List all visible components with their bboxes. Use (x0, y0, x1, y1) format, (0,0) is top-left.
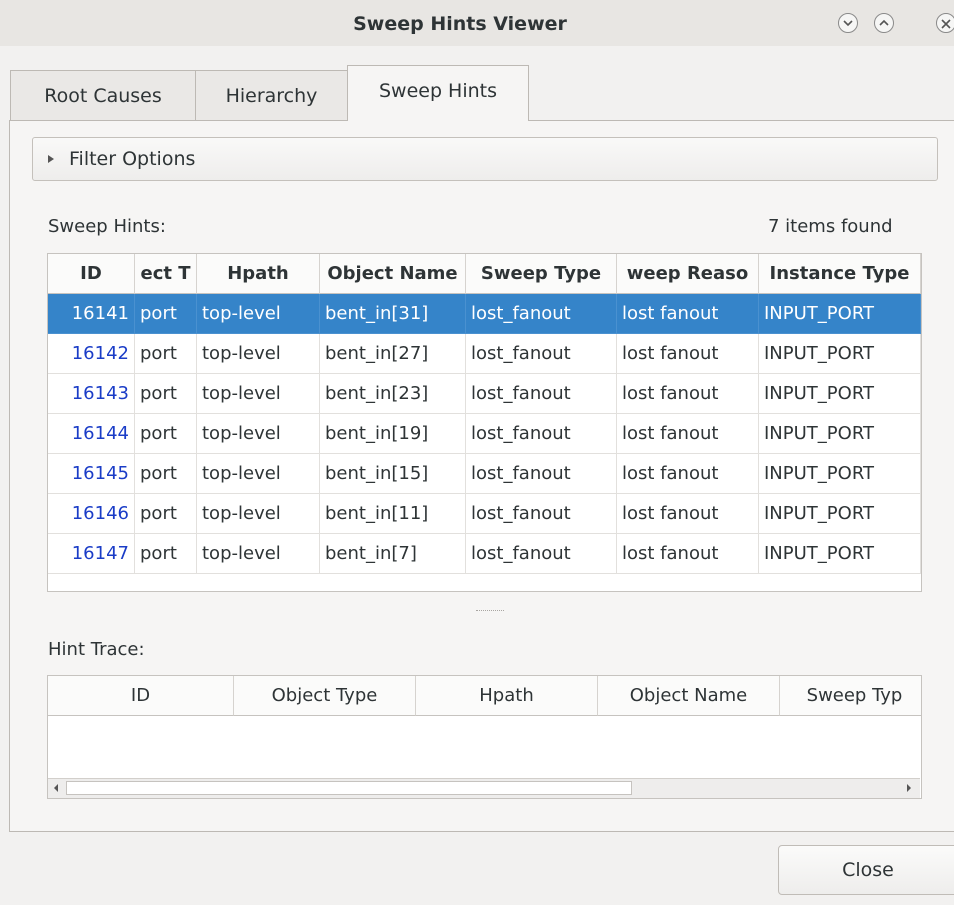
cell-id[interactable]: 16142 (48, 334, 135, 374)
cell-hpath: top-level (197, 334, 320, 374)
trace-column-header-sweep-type[interactable]: Sweep Typ (780, 676, 921, 716)
tab-sweep-hints[interactable]: Sweep Hints (347, 65, 529, 121)
cell-sweep-type: lost_fanout (466, 454, 617, 494)
cell-object-name: bent_in[31] (320, 294, 466, 334)
cell-object-name: bent_in[19] (320, 414, 466, 454)
cell-object-type: port (135, 454, 197, 494)
cell-sweep-reason: lost fanout (617, 454, 759, 494)
cell-sweep-reason: lost fanout (617, 414, 759, 454)
table-row[interactable]: 16142 port top-level bent_in[27] lost_fanout… (48, 334, 921, 374)
chevron-up-icon (879, 19, 889, 26)
cell-sweep-reason: lost fanout (617, 294, 759, 334)
cell-object-type: port (135, 414, 197, 454)
cell-instance-type: INPUT_PORT (759, 374, 921, 414)
trace-column-header-object-type[interactable]: Object Type (234, 676, 416, 716)
cell-object-type: port (135, 374, 197, 414)
table-row[interactable]: 16145 port top-level bent_in[15] lost_fanout… (48, 454, 921, 494)
cell-object-type: port (135, 534, 197, 574)
cell-object-type: port (135, 334, 197, 374)
close-icon (941, 19, 951, 29)
cell-sweep-type: lost_fanout (466, 294, 617, 334)
column-header-instance-type[interactable]: Instance Type (759, 254, 921, 294)
expand-arrow-icon (48, 155, 54, 163)
filter-options-label: Filter Options (69, 148, 196, 170)
cell-id[interactable]: 16143 (48, 374, 135, 414)
cell-instance-type: INPUT_PORT (759, 294, 921, 334)
cell-instance-type: INPUT_PORT (759, 414, 921, 454)
table-row[interactable]: 16144 port top-level bent_in[19] lost_fanout… (48, 414, 921, 454)
table-row[interactable]: 16146 port top-level bent_in[11] lost_fanout… (48, 494, 921, 534)
table-row[interactable]: 16141 port top-level bent_in[31] lost_fanout… (48, 294, 921, 334)
trace-column-header-hpath[interactable]: Hpath (416, 676, 598, 716)
column-header-object-type[interactable]: ect T (135, 254, 197, 294)
trace-column-header-id[interactable]: ID (48, 676, 234, 716)
cell-hpath: top-level (197, 454, 320, 494)
cell-sweep-reason: lost fanout (617, 494, 759, 534)
column-header-id[interactable]: ID (48, 254, 135, 294)
chevron-down-icon (843, 20, 853, 27)
table-row[interactable]: 16147 port top-level bent_in[7] lost_fanout l… (48, 534, 921, 574)
cell-object-name: bent_in[11] (320, 494, 466, 534)
trace-column-header-object-name[interactable]: Object Name (598, 676, 780, 716)
close-window-button[interactable] (936, 13, 954, 33)
cell-sweep-type: lost_fanout (466, 374, 617, 414)
cell-hpath: top-level (197, 374, 320, 414)
items-found-count: 7 items found (768, 216, 893, 237)
cell-sweep-reason: lost fanout (617, 334, 759, 374)
cell-hpath: top-level (197, 494, 320, 534)
cell-id[interactable]: 16144 (48, 414, 135, 454)
cell-object-type: port (135, 494, 197, 534)
pane-splitter-handle[interactable] (476, 610, 504, 613)
cell-sweep-type: lost_fanout (466, 494, 617, 534)
table-row[interactable]: 16143 port top-level bent_in[23] lost_fanout… (48, 374, 921, 414)
cell-object-name: bent_in[27] (320, 334, 466, 374)
cell-sweep-type: lost_fanout (466, 414, 617, 454)
cell-hpath: top-level (197, 414, 320, 454)
cell-instance-type: INPUT_PORT (759, 334, 921, 374)
column-header-sweep-type[interactable]: Sweep Type (466, 254, 617, 294)
cell-id[interactable]: 16145 (48, 454, 135, 494)
scroll-left-icon[interactable] (53, 783, 59, 793)
horizontal-scrollbar[interactable] (48, 778, 920, 798)
tab-hierarchy[interactable]: Hierarchy (195, 70, 348, 122)
cell-hpath: top-level (197, 294, 320, 334)
cell-instance-type: INPUT_PORT (759, 494, 921, 534)
title-bar: Sweep Hints Viewer (0, 0, 954, 46)
cell-sweep-reason: lost fanout (617, 374, 759, 414)
cell-sweep-type: lost_fanout (466, 334, 617, 374)
cell-object-name: bent_in[23] (320, 374, 466, 414)
close-button[interactable]: Close (778, 845, 954, 895)
column-header-object-name[interactable]: Object Name (320, 254, 466, 294)
column-header-sweep-reason[interactable]: weep Reaso (617, 254, 759, 294)
cell-object-type: port (135, 294, 197, 334)
hint-trace-label: Hint Trace: (48, 639, 145, 660)
cell-hpath: top-level (197, 534, 320, 574)
sweep-hints-table[interactable]: ID ect T Hpath Object Name Sweep Type we… (47, 253, 922, 592)
window-title: Sweep Hints Viewer (353, 13, 567, 35)
cell-id[interactable]: 16141 (48, 294, 135, 334)
cell-object-name: bent_in[7] (320, 534, 466, 574)
cell-sweep-reason: lost fanout (617, 534, 759, 574)
cell-instance-type: INPUT_PORT (759, 454, 921, 494)
filter-options-expander[interactable]: Filter Options (32, 137, 938, 181)
hint-trace-table[interactable]: ID Object Type Hpath Object Name Sweep T… (47, 675, 922, 799)
column-header-hpath[interactable]: Hpath (197, 254, 320, 294)
scroll-right-icon[interactable] (906, 783, 912, 793)
cell-id[interactable]: 16147 (48, 534, 135, 574)
scrollbar-thumb[interactable] (66, 781, 632, 795)
cell-id[interactable]: 16146 (48, 494, 135, 534)
cell-sweep-type: lost_fanout (466, 534, 617, 574)
minimize-button[interactable] (838, 13, 858, 33)
sweep-hints-label: Sweep Hints: (48, 216, 166, 237)
maximize-button[interactable] (874, 13, 894, 33)
cell-object-name: bent_in[15] (320, 454, 466, 494)
tab-root-causes[interactable]: Root Causes (10, 70, 196, 122)
cell-instance-type: INPUT_PORT (759, 534, 921, 574)
